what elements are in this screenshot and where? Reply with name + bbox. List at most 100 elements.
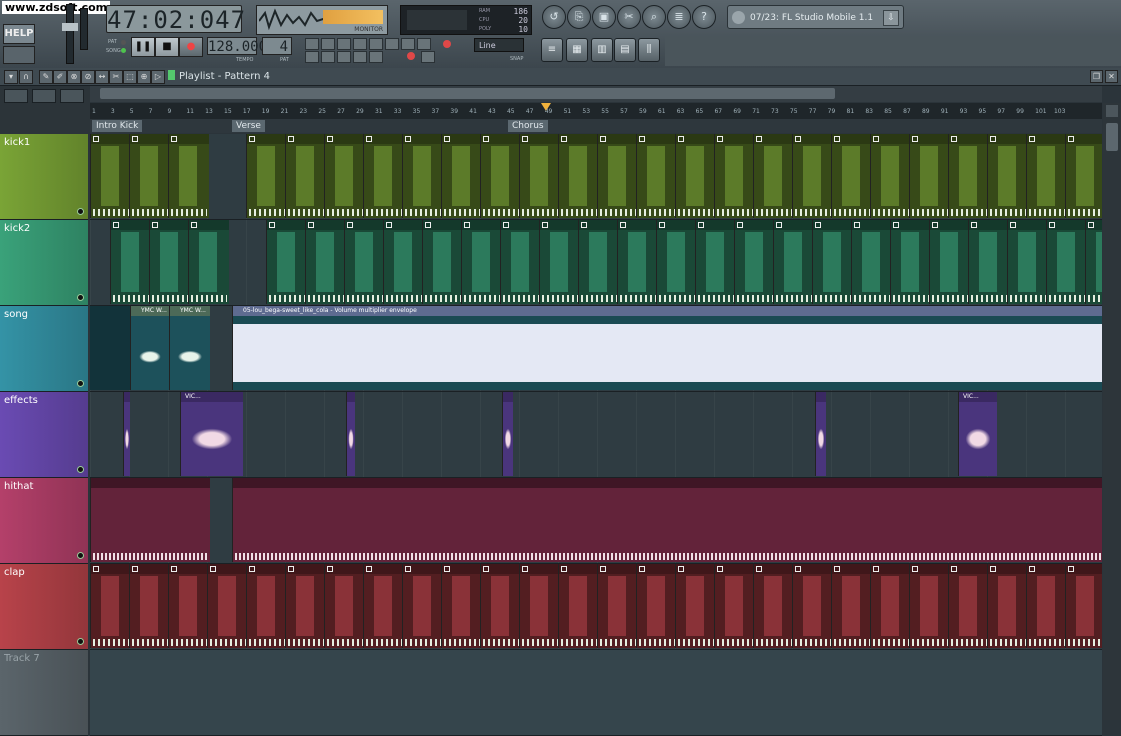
track-header-track-7[interactable]: Track 7: [0, 650, 88, 736]
pattern-clip[interactable]: [675, 134, 716, 218]
marker-verse[interactable]: Verse: [232, 120, 265, 132]
magnet-icon[interactable]: ∩: [19, 70, 33, 84]
hihat-clip[interactable]: [90, 478, 210, 562]
clip-menu-icon[interactable]: [990, 136, 996, 142]
pattern-clip[interactable]: [792, 134, 833, 218]
pattern-clip[interactable]: [987, 564, 1028, 648]
clip-menu-icon[interactable]: [483, 136, 489, 142]
pattern-clip[interactable]: [285, 134, 326, 218]
clip-menu-icon[interactable]: [288, 136, 294, 142]
pattern-clip[interactable]: [344, 220, 385, 304]
pattern-clip[interactable]: [402, 564, 443, 648]
pattern-clip[interactable]: [1085, 220, 1102, 304]
track-header-kick2[interactable]: kick2: [0, 220, 88, 306]
playlist-view-button[interactable]: ≡: [541, 38, 563, 62]
master-volume-slider[interactable]: [62, 4, 78, 64]
pattern-clip[interactable]: [714, 564, 755, 648]
help-round-button[interactable]: ?: [692, 5, 716, 29]
pattern-clip[interactable]: [578, 220, 619, 304]
pattern-clip[interactable]: [168, 134, 209, 218]
pattern-clip[interactable]: [558, 134, 599, 218]
clip-menu-icon[interactable]: [191, 222, 197, 228]
record-button[interactable]: ●: [179, 37, 203, 57]
pattern-clip[interactable]: [597, 564, 638, 648]
track-lane[interactable]: [90, 134, 1102, 220]
pattern-clip[interactable]: [266, 220, 307, 304]
vertical-scroll-thumb[interactable]: [1106, 123, 1118, 151]
pause-button[interactable]: ❚❚: [131, 37, 155, 57]
track-enable-led[interactable]: [77, 380, 84, 387]
clip-menu-icon[interactable]: [152, 222, 158, 228]
pattern-clip[interactable]: [948, 564, 989, 648]
pattern-clip[interactable]: [987, 134, 1028, 218]
track-enable-led[interactable]: [77, 466, 84, 473]
clip-menu-icon[interactable]: [522, 566, 528, 572]
help-button[interactable]: HELP: [3, 24, 35, 44]
pattern-clip[interactable]: [246, 134, 287, 218]
pattern-clip[interactable]: [519, 134, 560, 218]
pattern-clip[interactable]: [285, 564, 326, 648]
brush-icon[interactable]: ✐: [53, 70, 67, 84]
clip-menu-icon[interactable]: [503, 222, 509, 228]
vertical-scrollbar[interactable]: [1103, 103, 1121, 720]
track-header-effects[interactable]: effects: [0, 392, 88, 478]
clip-menu-icon[interactable]: [912, 136, 918, 142]
playlist-options-icon[interactable]: [4, 89, 28, 103]
pattern-clip[interactable]: [636, 564, 677, 648]
pattern-clip[interactable]: [461, 220, 502, 304]
pattern-clip[interactable]: [1007, 220, 1048, 304]
loop-record-toggle[interactable]: [401, 38, 415, 50]
track-enable-led[interactable]: [77, 208, 84, 215]
clip-menu-icon[interactable]: [93, 136, 99, 142]
pattern-clip[interactable]: [851, 220, 892, 304]
clip-menu-icon[interactable]: [425, 222, 431, 228]
mono-toggle[interactable]: [369, 51, 383, 63]
notes-button[interactable]: ≣: [667, 5, 691, 29]
clip-menu-icon[interactable]: [210, 566, 216, 572]
pattern-clip[interactable]: [110, 220, 151, 304]
pattern-clip[interactable]: [129, 564, 170, 648]
slice-icon[interactable]: ✂: [109, 70, 123, 84]
effect-clip[interactable]: VIC...: [180, 392, 243, 476]
pattern-clip[interactable]: [714, 134, 755, 218]
pattern-clip[interactable]: [558, 564, 599, 648]
pat-mode-radio[interactable]: [121, 40, 126, 45]
track-enable-led[interactable]: [77, 638, 84, 645]
clip-menu-icon[interactable]: [1010, 222, 1016, 228]
horizontal-scrollbar[interactable]: [90, 86, 1102, 102]
pattern-clip[interactable]: [129, 134, 170, 218]
pattern-clip[interactable]: [305, 220, 346, 304]
pattern-clip[interactable]: [909, 134, 950, 218]
clip-menu-icon[interactable]: [1049, 222, 1055, 228]
zoom-icon[interactable]: ⊕: [137, 70, 151, 84]
clip-menu-icon[interactable]: [873, 566, 879, 572]
mute-icon[interactable]: ⊘: [81, 70, 95, 84]
snap-select[interactable]: Line: [474, 38, 524, 52]
pattern-clip[interactable]: [1026, 564, 1067, 648]
clip-menu-icon[interactable]: [776, 222, 782, 228]
clip-menu-icon[interactable]: [990, 566, 996, 572]
clip-menu-icon[interactable]: [678, 136, 684, 142]
pattern-clip[interactable]: [324, 564, 365, 648]
pattern-clip[interactable]: [753, 134, 794, 218]
pattern-clip[interactable]: [597, 134, 638, 218]
clip-menu-icon[interactable]: [698, 222, 704, 228]
track-lane[interactable]: [90, 220, 1102, 306]
pattern-display[interactable]: 4: [262, 37, 292, 55]
pattern-clip[interactable]: [1026, 134, 1067, 218]
audio-clip[interactable]: YMC W...: [130, 306, 169, 390]
plugin-picker[interactable]: 07/23: FL Studio Mobile 1.1 ⇩: [727, 5, 904, 29]
master-pitch-slider[interactable]: [80, 8, 88, 50]
pattern-clip[interactable]: [539, 220, 580, 304]
clip-menu-icon[interactable]: [561, 136, 567, 142]
clip-menu-icon[interactable]: [717, 136, 723, 142]
clip-menu-icon[interactable]: [405, 566, 411, 572]
cut-button[interactable]: ✂: [617, 5, 641, 29]
pattern-clip[interactable]: [149, 220, 190, 304]
pattern-clip[interactable]: [831, 134, 872, 218]
clip-menu-icon[interactable]: [483, 566, 489, 572]
auto-scroll-toggle[interactable]: [417, 38, 431, 50]
clip-menu-icon[interactable]: [834, 136, 840, 142]
record-arm-indicator[interactable]: [407, 52, 415, 60]
pattern-clip[interactable]: [675, 564, 716, 648]
